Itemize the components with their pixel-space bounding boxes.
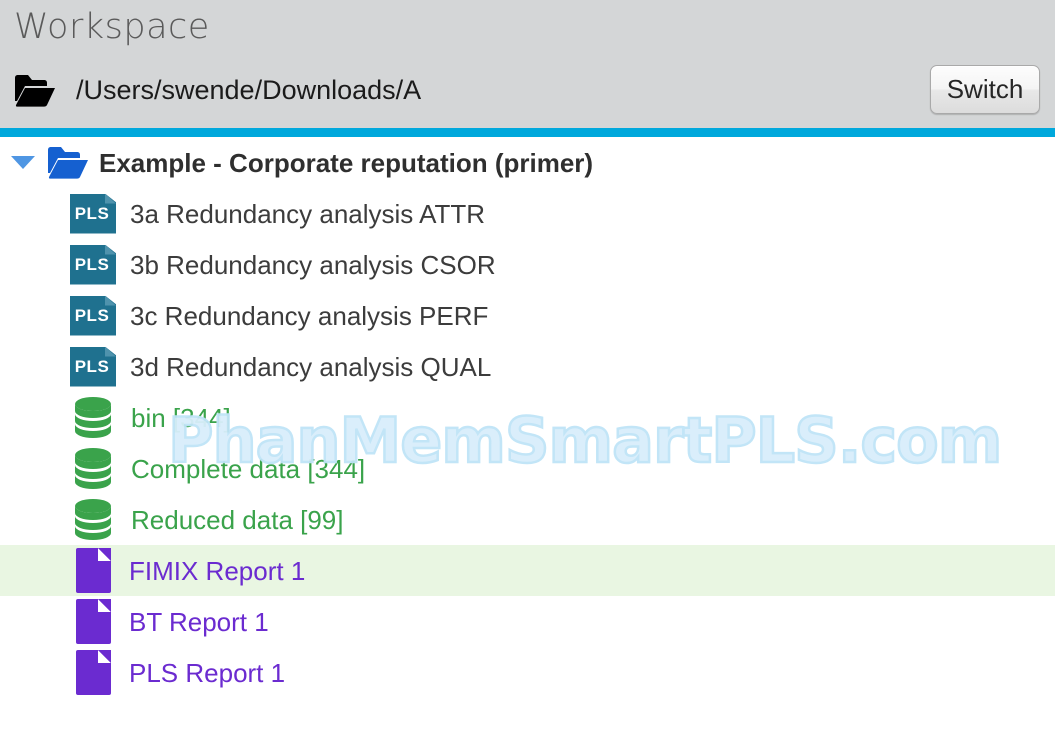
tree-item-pls[interactable]: PLS 3c Redundancy analysis PERF (0, 290, 1055, 341)
tree-item-report[interactable]: BT Report 1 (0, 596, 1055, 647)
tree-item-label: Complete data [344] (131, 453, 366, 484)
pls-icon-label: PLS (74, 254, 110, 274)
triangle-down-icon[interactable] (11, 156, 35, 169)
switch-button-label: Switch (946, 74, 1024, 104)
pls-file-icon: PLS (70, 244, 116, 285)
tree-item-dataset[interactable]: bin [344] (0, 392, 1055, 443)
tree-item-report[interactable]: FIMIX Report 1 (0, 545, 1055, 596)
tree-item-label: FIMIX Report 1 (129, 555, 306, 586)
tree-item-label: 3d Redundancy analysis QUAL (130, 351, 492, 382)
pls-icon-label: PLS (74, 356, 110, 376)
pls-file-icon: PLS (70, 346, 116, 387)
tree-item-label: 3c Redundancy analysis PERF (130, 300, 489, 331)
tree-item-pls[interactable]: PLS 3a Redundancy analysis ATTR (0, 188, 1055, 239)
pls-icon-label: PLS (74, 203, 110, 223)
pls-icon-label: PLS (74, 305, 110, 325)
tree-root-row[interactable]: Example - Corporate reputation (primer) (0, 137, 1055, 188)
page-title: Workspace (14, 7, 210, 47)
tree-item-dataset[interactable]: Complete data [344] (0, 443, 1055, 494)
tree-item-report[interactable]: PLS Report 1 (0, 647, 1055, 698)
document-icon (76, 599, 111, 644)
workspace-header: Workspace /Users/swende/Downloads/A Swit… (0, 0, 1055, 128)
tree-item-pls[interactable]: PLS 3b Redundancy analysis CSOR (0, 239, 1055, 290)
tree-item-label: BT Report 1 (129, 606, 269, 637)
tree-item-dataset[interactable]: Reduced data [99] (0, 494, 1055, 545)
document-icon (76, 548, 111, 593)
tree-item-label: bin [344] (131, 402, 231, 433)
folder-open-icon (15, 75, 56, 107)
tree-item-pls[interactable]: PLS 3d Redundancy analysis QUAL (0, 341, 1055, 392)
pls-file-icon: PLS (70, 295, 116, 336)
workspace-path-label: /Users/swende/Downloads/A (76, 75, 422, 105)
tree-item-label: 3a Redundancy analysis ATTR (130, 198, 486, 229)
workspace-tree: Example - Corporate reputation (primer) … (0, 137, 1055, 756)
database-icon (75, 448, 111, 489)
database-icon (75, 499, 111, 540)
tree-item-label: PLS Report 1 (129, 657, 286, 688)
document-icon (76, 650, 111, 695)
tree-item-label: 3b Redundancy analysis CSOR (130, 249, 496, 280)
header-accent-bar (0, 128, 1055, 137)
pls-file-icon: PLS (70, 193, 116, 234)
tree-item-label: Reduced data [99] (131, 504, 344, 535)
database-icon (75, 397, 111, 438)
tree-root-label: Example - Corporate reputation (primer) (99, 147, 594, 178)
switch-button[interactable]: Switch (930, 65, 1040, 114)
folder-open-icon (48, 147, 88, 179)
workspace-path-row[interactable]: /Users/swende/Downloads/A (0, 62, 1055, 122)
